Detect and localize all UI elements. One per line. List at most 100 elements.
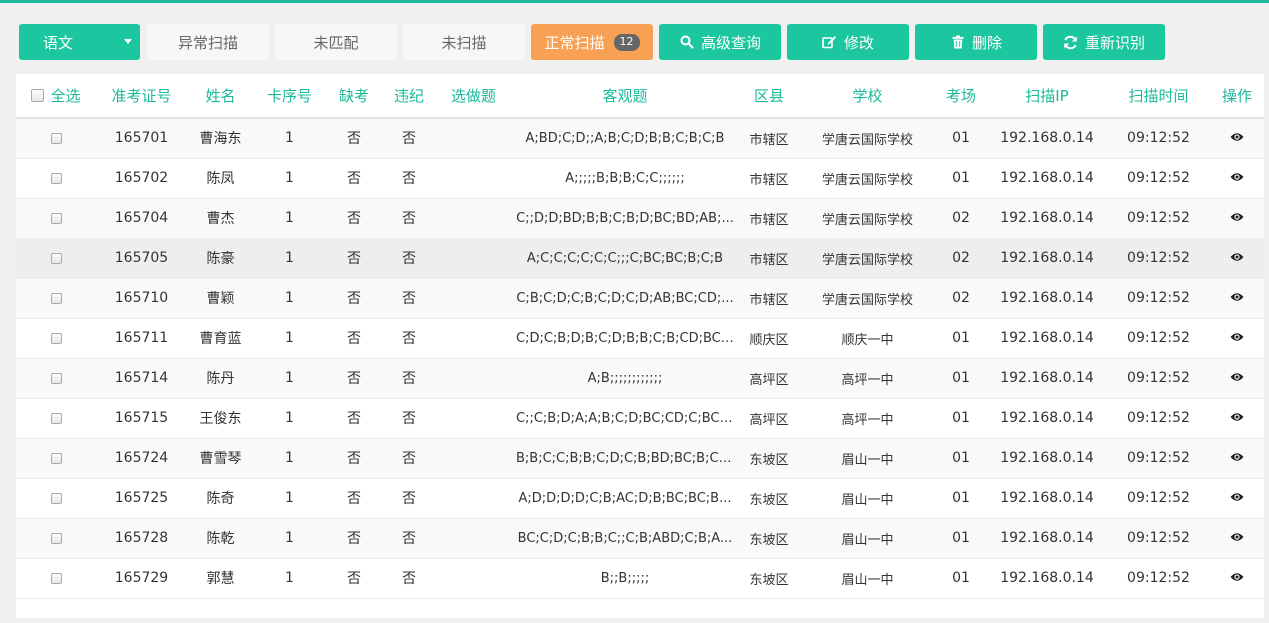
objective-cell: A;B;;;;;;;;;;;; <box>512 358 738 399</box>
row-checkbox[interactable] <box>50 492 62 504</box>
card-no-cell: 1 <box>254 198 325 239</box>
table-row[interactable]: 165710 曹颖 1 否 否 C;B;C;D;C;B;C;D;C;D;AB;B… <box>16 278 1264 319</box>
name-cell: 曹颖 <box>187 278 254 319</box>
district-cell: 市辖区 <box>738 158 800 199</box>
table-header-row: 全选 准考证号 姓名 卡序号 缺考 违纪 选做题 客观题 区县 学校 考场 扫描… <box>16 74 1264 119</box>
school-cell: 学唐云国际学校 <box>800 158 935 199</box>
row-select-cell[interactable] <box>16 158 96 199</box>
row-select-cell[interactable] <box>16 398 96 439</box>
objective-cell: A;;;;;B;B;B;C;C;;;;;; <box>512 158 738 199</box>
school-cell: 学唐云国际学校 <box>800 278 935 319</box>
row-checkbox[interactable] <box>50 572 62 584</box>
delete-label: 删除 <box>971 33 1002 52</box>
view-eye-icon[interactable] <box>1230 170 1244 186</box>
row-checkbox[interactable] <box>50 252 62 264</box>
district-cell: 东坡区 <box>738 478 800 519</box>
rerecognize-button[interactable]: 重新识别 <box>1043 24 1165 60</box>
name-cell: 陈丹 <box>187 358 254 399</box>
row-select-cell[interactable] <box>16 238 96 279</box>
table-row[interactable]: 165725 陈奇 1 否 否 A;D;D;D;D;C;B;AC;D;B;BC;… <box>16 478 1264 519</box>
view-eye-icon[interactable] <box>1230 130 1244 146</box>
table-row[interactable]: 165728 陈乾 1 否 否 BC;C;D;C;B;B;C;;C;B;ABD;… <box>16 518 1264 559</box>
row-checkbox[interactable] <box>50 292 62 304</box>
name-cell: 郭慧 <box>187 558 254 599</box>
row-select-cell[interactable] <box>16 118 96 159</box>
view-eye-icon[interactable] <box>1230 250 1244 266</box>
row-checkbox[interactable] <box>50 172 62 184</box>
row-select-cell[interactable] <box>16 478 96 519</box>
optional-cell <box>435 318 512 359</box>
table-row[interactable]: 165715 王俊东 1 否 否 C;;C;B;D;A;A;B;C;D;BC;C… <box>16 398 1264 439</box>
row-select-cell[interactable] <box>16 358 96 399</box>
table-row[interactable]: 165705 陈豪 1 否 否 A;C;C;C;C;C;C;;;C;BC;BC;… <box>16 238 1264 279</box>
optional-cell <box>435 198 512 239</box>
row-select-cell[interactable] <box>16 518 96 559</box>
row-select-cell[interactable] <box>16 558 96 599</box>
subject-select[interactable]: 语文 <box>19 24 140 60</box>
row-checkbox[interactable] <box>50 132 62 144</box>
header-objective: 客观题 <box>512 74 738 119</box>
row-checkbox[interactable] <box>50 212 62 224</box>
exam-id-cell: 165704 <box>96 198 187 239</box>
delete-button[interactable]: 删除 <box>915 24 1037 60</box>
view-eye-icon[interactable] <box>1230 450 1244 466</box>
view-eye-icon[interactable] <box>1230 530 1244 546</box>
table-row[interactable]: 165701 曹海东 1 否 否 A;BD;C;D;;A;B;C;D;B;B;C… <box>16 118 1264 159</box>
table-row[interactable]: 165714 陈丹 1 否 否 A;B;;;;;;;;;;;; 高坪区 高坪一中… <box>16 358 1264 399</box>
exam-id-cell: 165710 <box>96 278 187 319</box>
view-eye-icon[interactable] <box>1230 290 1244 306</box>
tab-unscanned[interactable]: 未扫描 <box>403 24 525 60</box>
table-row[interactable]: 165704 曹杰 1 否 否 C;;D;D;BD;B;B;C;B;D;BC;B… <box>16 198 1264 239</box>
view-eye-icon[interactable] <box>1230 410 1244 426</box>
tab-normal-scan[interactable]: 正常扫描 12 <box>531 24 653 60</box>
action-cell <box>1210 238 1264 279</box>
view-eye-icon[interactable] <box>1230 490 1244 506</box>
table-row[interactable]: 165711 曹育蓝 1 否 否 C;D;C;B;D;B;C;D;B;B;C;B… <box>16 318 1264 359</box>
ip-cell: 192.168.0.14 <box>987 278 1107 319</box>
violation-cell: 否 <box>383 198 435 239</box>
caret-down-icon <box>124 39 132 44</box>
row-select-cell[interactable] <box>16 438 96 479</box>
tab-normal-scan-label: 正常扫描 <box>544 33 605 52</box>
room-cell: 01 <box>935 158 987 199</box>
row-checkbox[interactable] <box>50 412 62 424</box>
view-eye-icon[interactable] <box>1230 330 1244 346</box>
view-eye-icon[interactable] <box>1230 370 1244 386</box>
row-checkbox[interactable] <box>50 532 62 544</box>
table-row[interactable]: 165729 郭慧 1 否 否 B;;B;;;;; 东坡区 眉山一中 01 19… <box>16 558 1264 599</box>
exam-id-cell: 165728 <box>96 518 187 559</box>
edit-button[interactable]: 修改 <box>787 24 909 60</box>
advanced-query-button[interactable]: 高级查询 <box>659 24 781 60</box>
tab-unmatched[interactable]: 未匹配 <box>275 24 397 60</box>
school-cell: 顺庆一中 <box>800 318 935 359</box>
absent-cell: 否 <box>325 518 383 559</box>
name-cell: 陈凤 <box>187 158 254 199</box>
exam-id-cell: 165724 <box>96 438 187 479</box>
header-room: 考场 <box>935 74 987 119</box>
row-checkbox[interactable] <box>50 372 62 384</box>
room-cell: 01 <box>935 478 987 519</box>
objective-cell: B;;B;;;;; <box>512 558 738 599</box>
select-all-header[interactable]: 全选 <box>16 74 96 119</box>
optional-cell <box>435 238 512 279</box>
view-eye-icon[interactable] <box>1230 570 1244 586</box>
row-checkbox[interactable] <box>50 452 62 464</box>
select-all-checkbox[interactable] <box>31 89 45 102</box>
ip-cell: 192.168.0.14 <box>987 478 1107 519</box>
absent-cell: 否 <box>325 358 383 399</box>
time-cell: 09:12:52 <box>1107 518 1210 559</box>
row-select-cell[interactable] <box>16 318 96 359</box>
view-eye-icon[interactable] <box>1230 210 1244 226</box>
tab-abnormal-scan[interactable]: 异常扫描 <box>147 24 269 60</box>
room-cell: 02 <box>935 278 987 319</box>
table-row[interactable]: 165724 曹雪琴 1 否 否 B;B;C;C;B;B;C;D;C;B;BD;… <box>16 438 1264 479</box>
name-cell: 曹海东 <box>187 118 254 159</box>
subject-select-label: 语文 <box>43 33 74 52</box>
row-select-cell[interactable] <box>16 198 96 239</box>
header-exam-id: 准考证号 <box>96 74 187 119</box>
objective-cell: C;;D;D;BD;B;B;C;B;D;BC;BD;AB;... <box>512 198 738 239</box>
district-cell: 市辖区 <box>738 238 800 279</box>
row-checkbox[interactable] <box>50 332 62 344</box>
row-select-cell[interactable] <box>16 278 96 319</box>
table-row[interactable]: 165702 陈凤 1 否 否 A;;;;;B;B;B;C;C;;;;;; 市辖… <box>16 158 1264 199</box>
